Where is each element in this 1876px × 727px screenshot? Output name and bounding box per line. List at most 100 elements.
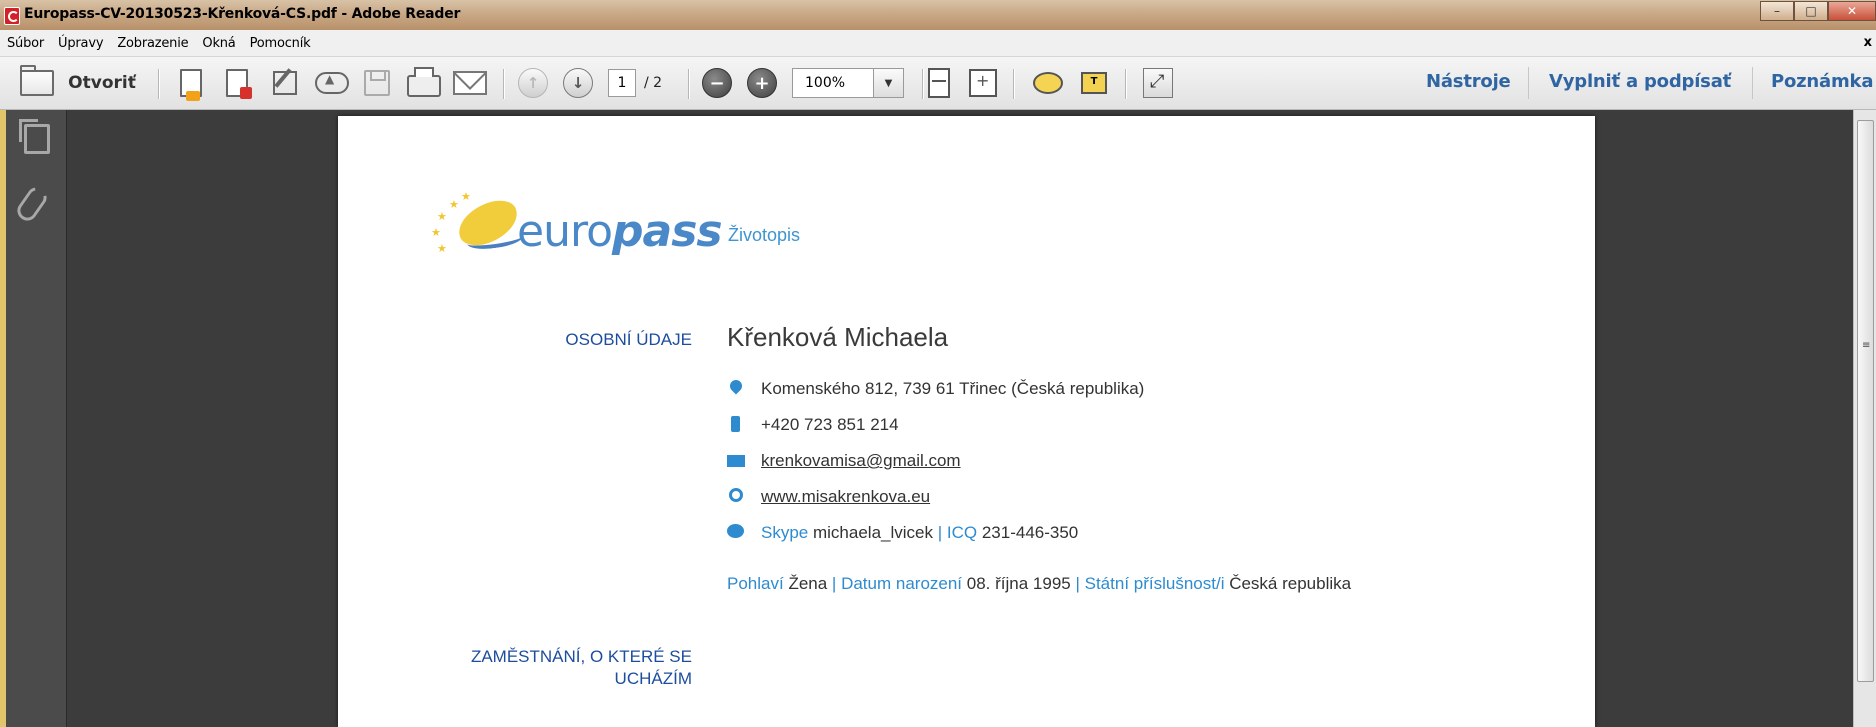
section-job-label: ZAMĚSTNÁNÍ, O KTERÉ SE UCHÁZÍM (432, 646, 692, 690)
personal-details-row: Pohlaví Žena | Datum narození 08. října … (727, 574, 1351, 594)
printer-icon (407, 67, 441, 97)
section-personal-label: OSOBNÍ ÚDAJE (565, 330, 692, 349)
scrollbar-thumb[interactable] (1857, 120, 1874, 682)
desktop-edge (0, 110, 6, 727)
comment-link[interactable]: Poznámka (1771, 71, 1873, 92)
toolbar-separator (503, 69, 504, 99)
page-number-input[interactable]: 1 (608, 69, 636, 97)
add-comment-button[interactable] (1030, 65, 1066, 101)
open-button[interactable]: Otvoriť (18, 65, 138, 101)
icq-label: ICQ (946, 523, 978, 542)
menu-help[interactable]: Pomocník (243, 36, 318, 51)
document-title: Životopis (728, 225, 801, 245)
email-button[interactable] (452, 65, 488, 101)
comment-icon (1033, 72, 1063, 94)
open-label: Otvoriť (68, 73, 136, 93)
highlight-button[interactable]: T (1076, 65, 1112, 101)
page-navigation: 1 / 2 (608, 65, 688, 101)
envelope-icon (727, 452, 745, 470)
export-pdf-button[interactable] (222, 65, 252, 101)
toolbar-separator (158, 69, 159, 99)
create-pdf-button[interactable] (176, 65, 206, 101)
icq-value: 231-446-350 (981, 523, 1079, 542)
adobe-reader-icon (4, 7, 20, 25)
upload-cloud-button[interactable] (314, 65, 350, 101)
cloud-upload-icon (315, 72, 349, 94)
chat-bubble-icon (727, 524, 745, 542)
create-pdf-icon (180, 69, 202, 101)
instant-messaging-row: Skype michaela_lvicek | ICQ 231-446-350 (727, 522, 1078, 544)
page-total: / 2 (644, 75, 663, 91)
minus-icon: − (702, 68, 732, 98)
skype-value: michaela_lvicek (812, 523, 933, 542)
edit-icon (273, 71, 297, 95)
phone-text: +420 723 851 214 (761, 415, 899, 434)
menu-window[interactable]: Okná (195, 36, 242, 51)
section-job-line1: ZAMĚSTNÁNÍ, O KTERÉ SE (470, 647, 692, 666)
sex-value: Žena (788, 574, 828, 593)
sex-label: Pohlaví (727, 574, 784, 593)
previous-page-button[interactable]: ↑ (518, 65, 548, 101)
arrow-up-icon: ↑ (518, 68, 548, 98)
nationality-label: Státní příslušnost/i (1084, 574, 1225, 593)
menu-view[interactable]: Zobrazenie (110, 36, 195, 51)
attachments-icon[interactable] (13, 183, 51, 225)
fill-sign-link[interactable]: Vyplniť a podpísať (1549, 71, 1731, 92)
fit-page-button[interactable] (924, 65, 954, 101)
phone-row: +420 723 851 214 (727, 414, 899, 436)
window-controls: – □ ✕ (1760, 0, 1876, 24)
full-screen-button[interactable] (1142, 65, 1174, 101)
toolbar-separator (1528, 67, 1529, 99)
mobile-phone-icon (727, 416, 745, 434)
vertical-scrollbar[interactable]: ≡ (1853, 110, 1876, 727)
minimize-button[interactable]: – (1760, 1, 1794, 21)
toolbar-separator (922, 69, 923, 99)
email-link[interactable]: krenkovamisa@gmail.com (761, 451, 961, 471)
zoom-control: 100% ▼ (792, 65, 906, 101)
save-button[interactable] (362, 65, 392, 101)
logo-text: europass (517, 206, 723, 257)
print-button[interactable] (406, 65, 442, 101)
pdf-page: ★ ★ ★ ★ ★ europass Životopis OSOBNÍ ÚDAJ… (338, 116, 1595, 727)
chevron-down-icon[interactable]: ▼ (874, 68, 904, 98)
toolbar: Otvoriť ↑ ↓ 1 / 2 − + 100% ▼ (0, 57, 1876, 110)
plus-icon: + (747, 68, 777, 98)
tools-link[interactable]: Nástroje (1426, 71, 1511, 92)
toolbar-separator (1752, 67, 1753, 99)
email-row: krenkovamisa@gmail.com (727, 450, 961, 472)
maximize-button[interactable]: □ (1794, 1, 1828, 21)
menu-close-icon[interactable]: x (1864, 35, 1872, 50)
arrow-down-icon: ↓ (563, 68, 593, 98)
fit-width-button[interactable] (968, 65, 998, 101)
fit-page-icon (928, 68, 950, 98)
window-title: Europass-CV-20130523-Křenková-CS.pdf - A… (24, 6, 461, 22)
section-job-line2: UCHÁZÍM (614, 669, 692, 688)
close-button[interactable]: ✕ (1828, 1, 1876, 21)
navigation-pane (0, 110, 67, 727)
grip-icon: ≡ (1862, 340, 1871, 351)
website-row: www.misakrenkova.eu (727, 486, 930, 508)
website-link[interactable]: www.misakrenkova.eu (761, 487, 930, 507)
next-page-button[interactable]: ↓ (563, 65, 593, 101)
zoom-out-button[interactable]: − (702, 65, 732, 101)
toolbar-separator (688, 69, 689, 99)
edit-pdf-button[interactable] (270, 65, 300, 101)
globe-icon (727, 488, 745, 506)
im-separator: | (937, 523, 943, 542)
menu-bar: Súbor Úpravy Zobrazenie Okná Pomocník x (0, 30, 1876, 57)
zoom-in-button[interactable]: + (747, 65, 777, 101)
save-icon (364, 70, 390, 96)
title-bar: Europass-CV-20130523-Křenková-CS.pdf - A… (0, 0, 1876, 31)
zoom-input[interactable]: 100% (792, 68, 874, 98)
envelope-icon (453, 71, 487, 95)
expand-icon (1143, 68, 1173, 98)
dob-label: Datum narození (841, 574, 963, 593)
toolbar-separator (1125, 69, 1126, 99)
page-thumbnails-icon[interactable] (19, 119, 50, 154)
address-row: Komenského 812, 739 61 Třinec (Česká rep… (727, 377, 1144, 400)
toolbar-separator (1013, 69, 1014, 99)
location-pin-icon (727, 377, 745, 398)
menu-edit[interactable]: Úpravy (51, 36, 110, 51)
menu-file[interactable]: Súbor (0, 36, 51, 51)
details-separator: | (831, 574, 837, 593)
